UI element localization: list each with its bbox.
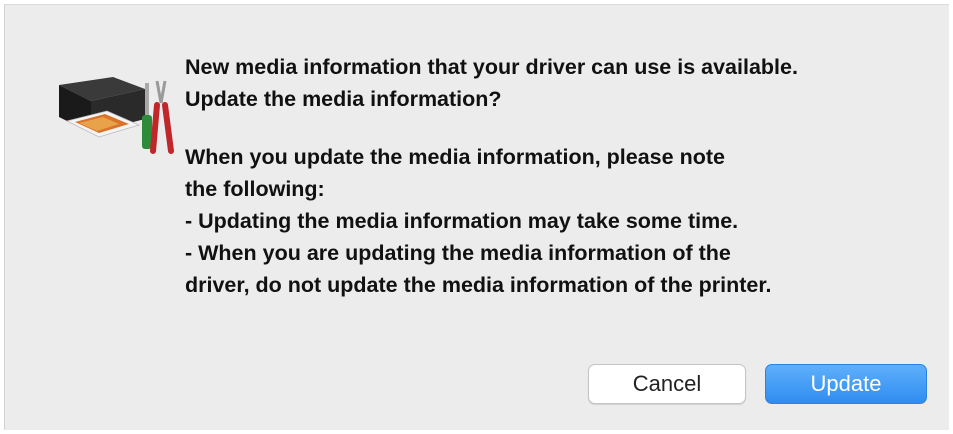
- printer-with-tools-icon: [49, 75, 177, 157]
- note-line: - Updating the media information may tak…: [185, 209, 739, 233]
- question-line: New media information that your driver c…: [185, 55, 798, 79]
- update-button[interactable]: Update: [765, 364, 927, 404]
- cancel-button[interactable]: Cancel: [588, 364, 746, 404]
- note-line: When you update the media information, p…: [185, 145, 725, 169]
- note-line: the following:: [185, 177, 325, 201]
- note-line: driver, do not update the media informat…: [185, 273, 772, 297]
- dialog-message: New media information that your driver c…: [185, 51, 935, 301]
- question-line: Update the media information?: [185, 87, 502, 111]
- note-line: - When you are updating the media inform…: [185, 241, 731, 265]
- update-media-dialog: New media information that your driver c…: [4, 4, 949, 430]
